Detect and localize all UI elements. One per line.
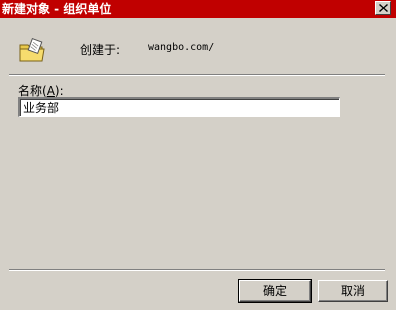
name-label-prefix: 名称(	[18, 84, 47, 98]
bottom-separator	[9, 269, 385, 271]
new-object-dialog: 新建对象 - 组织单位 创建于: wangbo.com/ 名称(A): 确定 取…	[0, 0, 396, 310]
close-button[interactable]	[375, 1, 391, 15]
name-label-suffix: ):	[54, 84, 64, 98]
close-icon	[379, 4, 388, 12]
folder-icon	[19, 38, 45, 62]
window-title: 新建对象 - 组织单位	[2, 2, 112, 16]
cancel-button[interactable]: 取消	[318, 280, 388, 302]
created-in-path: wangbo.com/	[148, 42, 215, 53]
ok-button[interactable]: 确定	[238, 279, 312, 303]
name-input[interactable]	[18, 97, 340, 117]
name-label-accelerator: A	[46, 84, 55, 98]
title-bar[interactable]: 新建对象 - 组织单位	[0, 0, 396, 18]
created-in-label: 创建于:	[80, 43, 121, 57]
top-separator	[9, 74, 385, 76]
